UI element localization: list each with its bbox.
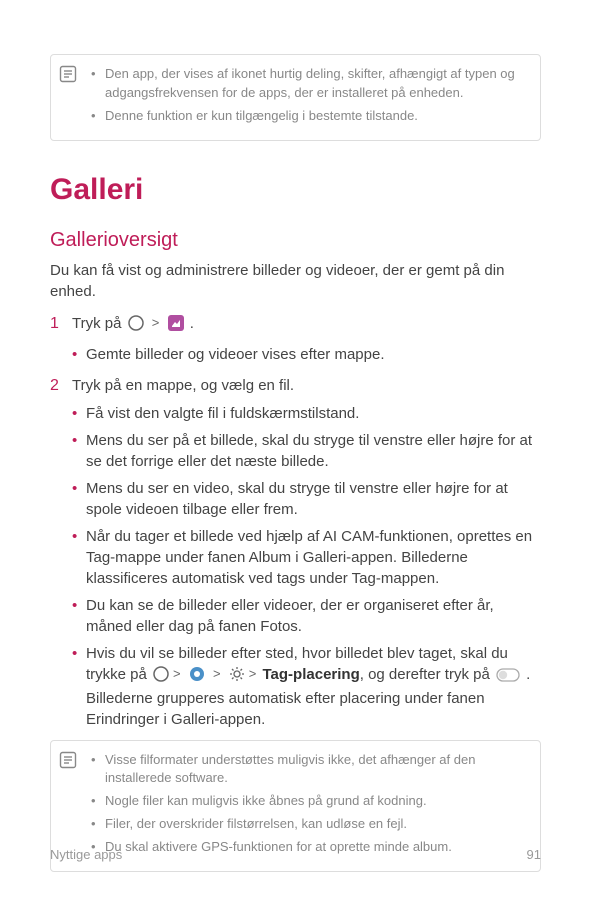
step-1: 1 Tryk på > . Gemte billeder og videoer … — [50, 313, 541, 365]
step-2: 2 Tryk på en mappe, og vælg en fil. Få v… — [50, 375, 541, 730]
home-circle-icon — [128, 315, 144, 338]
chevron-right-icon: > — [213, 666, 221, 681]
home-circle-icon — [153, 666, 169, 688]
step2-sub: Mens du ser en video, skal du stryge til… — [72, 478, 541, 520]
toggle-icon — [496, 667, 520, 688]
note2-item: Visse filformater understøttes muligvis … — [91, 751, 528, 789]
intro-text: Du kan få vist og administrere billeder … — [50, 260, 541, 304]
section-title: Gallerioversigt — [50, 229, 541, 252]
step2-sub: Mens du ser på et billede, skal du stryg… — [72, 430, 541, 472]
page-title: Galleri — [50, 173, 541, 207]
page-number: 91 — [527, 847, 541, 862]
step2-sub: Få vist den valgte fil i fuldskærmstilst… — [72, 403, 541, 424]
note2-item: Nogle filer kan muligvis ikke åbnes på g… — [91, 792, 528, 811]
info-note-1: Den app, der vises af ikonet hurtig deli… — [50, 54, 541, 141]
note-icon — [59, 751, 77, 769]
step-text: Tryk på en mappe, og vælg en fil. — [72, 377, 294, 394]
step1-sub: Gemte billeder og videoer vises efter ma… — [72, 344, 541, 365]
chevron-right-icon: > — [173, 666, 181, 681]
step2-sub: Du kan se de billeder eller videoer, der… — [72, 595, 541, 637]
step-number: 2 — [50, 374, 59, 397]
note1-item: Den app, der vises af ikonet hurtig deli… — [91, 65, 528, 103]
chevron-right-icon: > — [152, 315, 160, 330]
gear-icon — [229, 666, 245, 688]
tag-location-label: Tag-placering — [263, 666, 360, 683]
note1-item: Denne funktion er kun tilgængelig i best… — [91, 107, 528, 126]
settings-circle-icon — [189, 666, 205, 688]
footer-section: Nyttige apps — [50, 847, 122, 862]
step-text: Tryk på — [72, 315, 126, 332]
gallery-app-icon — [168, 315, 184, 338]
step2-sub: Når du tager et billede ved hjælp af AI … — [72, 526, 541, 589]
chevron-right-icon: > — [249, 666, 257, 681]
note2-item: Filer, der overskrider filstørrelsen, ka… — [91, 815, 528, 834]
step2-sub: Hvis du vil se billeder efter sted, hvor… — [72, 643, 541, 730]
note-icon — [59, 65, 77, 83]
step-number: 1 — [50, 312, 59, 335]
